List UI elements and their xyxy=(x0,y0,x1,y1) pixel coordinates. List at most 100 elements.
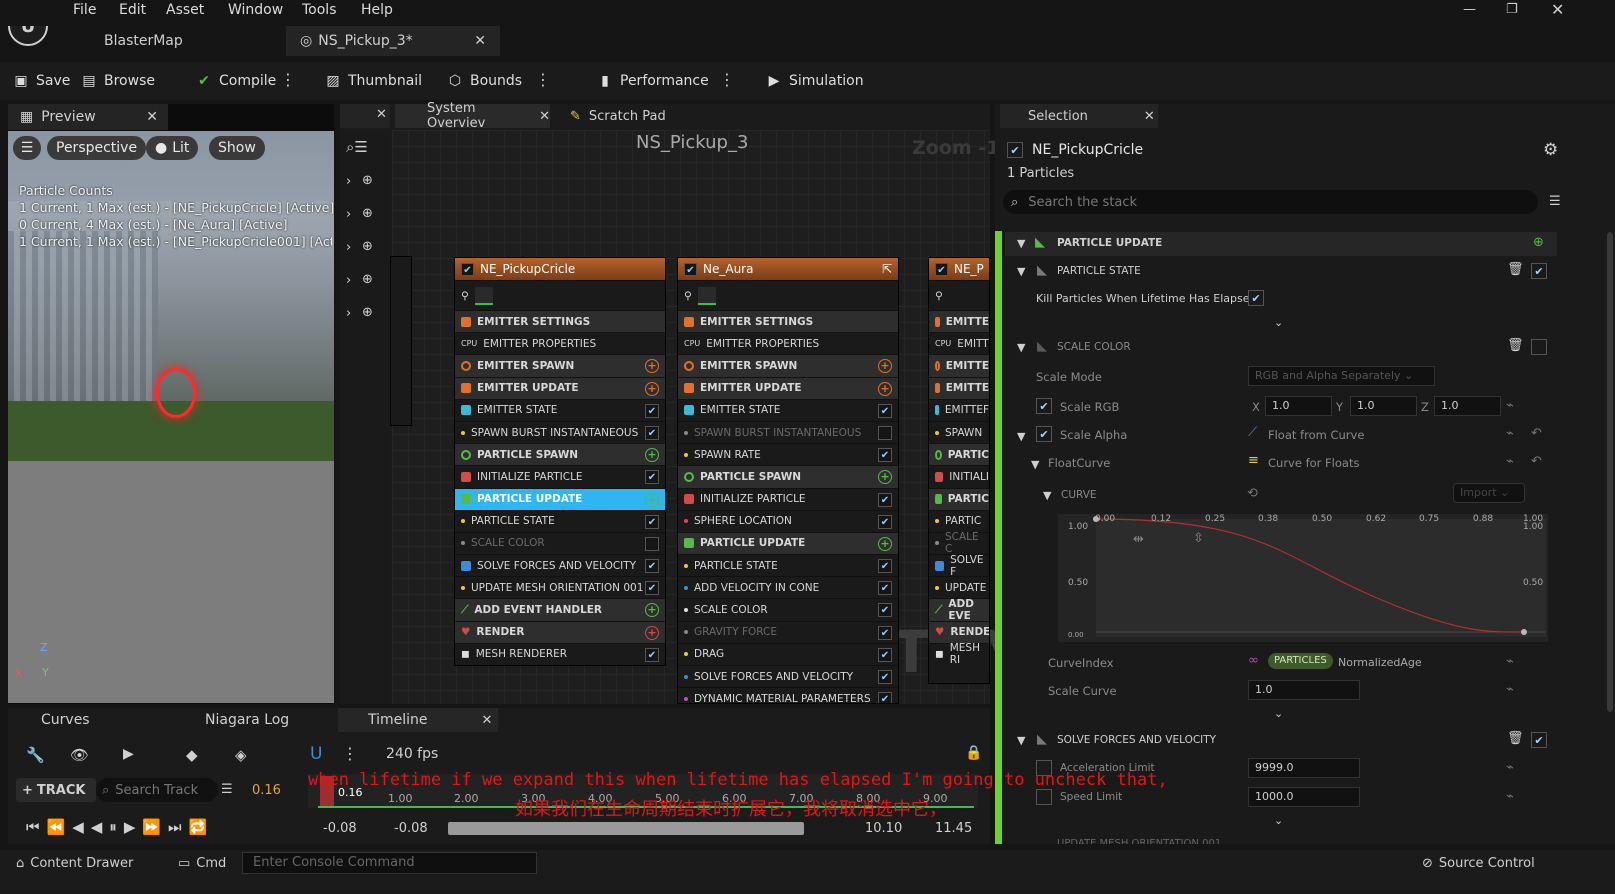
reverse-icon[interactable]: ◀ xyxy=(91,818,103,836)
node-row[interactable]: UPDATE MESH ORIENTATION 001 ✔ xyxy=(455,576,665,598)
enable-checkbox[interactable]: ✔ xyxy=(684,262,697,276)
close-selection-icon[interactable]: ✕ xyxy=(1144,109,1155,124)
scale-rgb-z[interactable]: 1.0 xyxy=(1434,396,1501,416)
tab-system-overview[interactable]: System Overviev ✕ xyxy=(395,101,550,131)
node-row[interactable]: ADD VELOCITY IN CONE ✔ xyxy=(678,576,898,598)
scale-curve-field[interactable]: 1.0 xyxy=(1248,680,1360,700)
expand-chevron-icon[interactable]: › xyxy=(346,240,351,255)
node-row[interactable]: CPU EMITTEF xyxy=(929,332,989,354)
node-row[interactable]: EMITTER UPDATE + xyxy=(678,376,898,399)
link-icon[interactable]: ⌁ xyxy=(1506,760,1514,775)
trash-icon[interactable]: 🗑 xyxy=(1507,338,1524,353)
node-row[interactable]: EMITTE xyxy=(929,376,989,399)
close-strip-icon[interactable]: ✕ xyxy=(376,107,387,122)
reset-icon[interactable]: ↶ xyxy=(1531,454,1542,469)
enable-checkbox[interactable]: ✔ xyxy=(935,262,948,276)
emitter-node-pickupcricle[interactable]: ✔ NE_PickupCricle ⚲ EMITTER SETTINGS CPU E… xyxy=(454,257,666,666)
add-icon[interactable]: ⊕ xyxy=(362,305,373,320)
scale-rgb-x[interactable]: 1.0 xyxy=(1265,396,1332,416)
search-track-input[interactable]: ⌕ Search Track xyxy=(96,778,218,802)
collapse-chevron-icon[interactable]: ▼ xyxy=(1017,265,1025,278)
compile-button[interactable]: ✔ Compile xyxy=(195,68,276,94)
enable-checkbox[interactable] xyxy=(645,536,659,551)
filter-icon[interactable]: ☰ xyxy=(221,782,233,797)
show-button[interactable]: Show xyxy=(209,136,265,160)
node-row[interactable]: UPDATE xyxy=(929,576,989,598)
expand-chevron-icon[interactable]: › xyxy=(346,306,351,321)
add-module-icon[interactable]: + xyxy=(645,381,659,396)
collapse-chevron-icon[interactable]: ▼ xyxy=(1043,489,1051,502)
snap-magnet-icon[interactable]: U xyxy=(310,744,322,764)
tab-scratch-pad[interactable]: ✎ Scratch Pad xyxy=(570,104,690,128)
particle-state-checkbox[interactable]: ✔ xyxy=(1531,263,1547,279)
more-options-icon[interactable]: ⋮ xyxy=(342,744,358,763)
node-row[interactable]: SPAWN xyxy=(929,420,989,443)
range-start[interactable]: -0.08 xyxy=(323,821,357,836)
expand-more-icon[interactable]: ⌄ xyxy=(1274,707,1283,720)
filter-icon[interactable]: ☰ xyxy=(1549,194,1561,209)
add-module-icon[interactable]: + xyxy=(645,359,659,374)
add-icon[interactable]: ⊕ xyxy=(362,239,373,254)
node-row[interactable]: INITIALI xyxy=(929,465,989,487)
node-row[interactable]: PARTICLE STATE ✔ xyxy=(455,509,665,532)
source-control-button[interactable]: ⊘ Source Control xyxy=(1422,856,1535,871)
menu-help[interactable]: Help xyxy=(361,2,393,18)
node-row[interactable]: PARTIC xyxy=(929,509,989,532)
tab-timeline[interactable]: Timeline ✕ xyxy=(338,708,498,732)
tab-selection[interactable]: Selection ✕ xyxy=(1000,104,1158,128)
lit-button[interactable]: ● Lit xyxy=(146,136,199,160)
loop-icon[interactable]: 🔁 xyxy=(189,818,208,836)
compile-options-icon[interactable]: ⋮ xyxy=(280,70,296,89)
perspective-button[interactable]: Perspective xyxy=(47,136,147,160)
add-renderer-icon[interactable]: + xyxy=(645,625,659,640)
save-button[interactable]: ▣ Save xyxy=(12,68,70,94)
enable-checkbox[interactable]: ✔ xyxy=(878,559,892,574)
node-row[interactable]: CPU EMITTER PROPERTIES xyxy=(678,332,898,354)
link-icon[interactable]: ⌁ xyxy=(1506,454,1514,469)
scale-alpha-checkbox[interactable]: ✔ xyxy=(1036,426,1052,442)
expand-more-icon[interactable]: ⌄ xyxy=(1274,814,1283,827)
enable-checkbox[interactable]: ✔ xyxy=(645,425,659,440)
node-row[interactable]: SCALE COLOR xyxy=(455,531,665,554)
node-header[interactable]: ✔ NE_PickupCricle xyxy=(455,258,665,280)
menu-asset[interactable]: Asset xyxy=(166,2,204,18)
node-row[interactable]: PARTICLE SPAWN + xyxy=(678,465,898,488)
add-track-button[interactable]: + TRACK xyxy=(16,778,96,802)
expand-more-icon[interactable]: ⌄ xyxy=(1274,316,1283,329)
node-row[interactable]: EMITTEF xyxy=(929,398,989,421)
node-row[interactable]: ⟋ ADD EVENT HANDLER + xyxy=(455,598,665,621)
curve-graph[interactable]: 0.00 0.12 0.25 0.38 0.50 0.62 0.75 0.88 … xyxy=(1058,514,1548,642)
enable-checkbox[interactable]: ✔ xyxy=(878,403,892,418)
add-icon[interactable]: ⊕ xyxy=(362,206,373,221)
fit-horizontal-icon[interactable]: ⇹ xyxy=(1133,532,1144,547)
fps-selector[interactable]: 240 fps xyxy=(386,746,438,762)
stack-search[interactable]: ⌕ Search the stack xyxy=(1003,190,1538,214)
enable-checkbox[interactable]: ✔ xyxy=(878,603,892,618)
enable-checkbox[interactable]: ✔ xyxy=(645,403,659,418)
node-row[interactable]: GRAVITY FORCE ✔ xyxy=(678,620,898,643)
node-row[interactable]: SOLVE F xyxy=(929,554,989,578)
menu-file[interactable]: File xyxy=(73,2,96,18)
node-row[interactable]: SPAWN BURST INSTANTANEOUS xyxy=(678,420,898,443)
search-input[interactable]: Search the stack xyxy=(1028,195,1137,210)
current-time[interactable]: 0.16 xyxy=(252,783,281,798)
import-dropdown[interactable]: Import ⌄ xyxy=(1453,483,1525,503)
tab-blastermap[interactable]: BlasterMap xyxy=(90,26,197,56)
viewport-menu-icon[interactable]: ☰ xyxy=(13,136,41,160)
eye-icon[interactable]: 👁 xyxy=(70,746,89,764)
node-row[interactable]: EMITTER SETTINGS xyxy=(455,310,665,333)
collapse-chevron-icon[interactable]: ▼ xyxy=(1031,458,1039,471)
maximize-icon[interactable]: ❐ xyxy=(1506,2,1518,17)
bounds-button[interactable]: ⬡ Bounds xyxy=(446,68,522,94)
enable-checkbox[interactable]: ✔ xyxy=(878,581,892,596)
scale-mode-dropdown[interactable]: RGB and Alpha Separately ⌄ xyxy=(1248,366,1435,386)
expand-chevron-icon[interactable]: › xyxy=(346,207,351,222)
node-row[interactable]: ♥ RENDER + xyxy=(455,620,665,643)
performance-button[interactable]: ▮ Performance xyxy=(596,68,709,94)
emitter-node-ne-aura[interactable]: ✔ Ne_Aura ⇱ ⚲ EMITTER SETTINGS CPU EMITTER … xyxy=(677,257,899,704)
add-module-icon[interactable]: + xyxy=(645,448,659,463)
emitter-node-partial[interactable]: ✔NE_P ⚲ EMITTE CPUEMITTEF EMITTE EMITTE … xyxy=(928,257,990,684)
link-icon[interactable]: ⌁ xyxy=(1506,682,1514,697)
enable-checkbox[interactable] xyxy=(878,425,892,440)
speed-limit-field[interactable]: 1000.0 xyxy=(1248,787,1360,807)
